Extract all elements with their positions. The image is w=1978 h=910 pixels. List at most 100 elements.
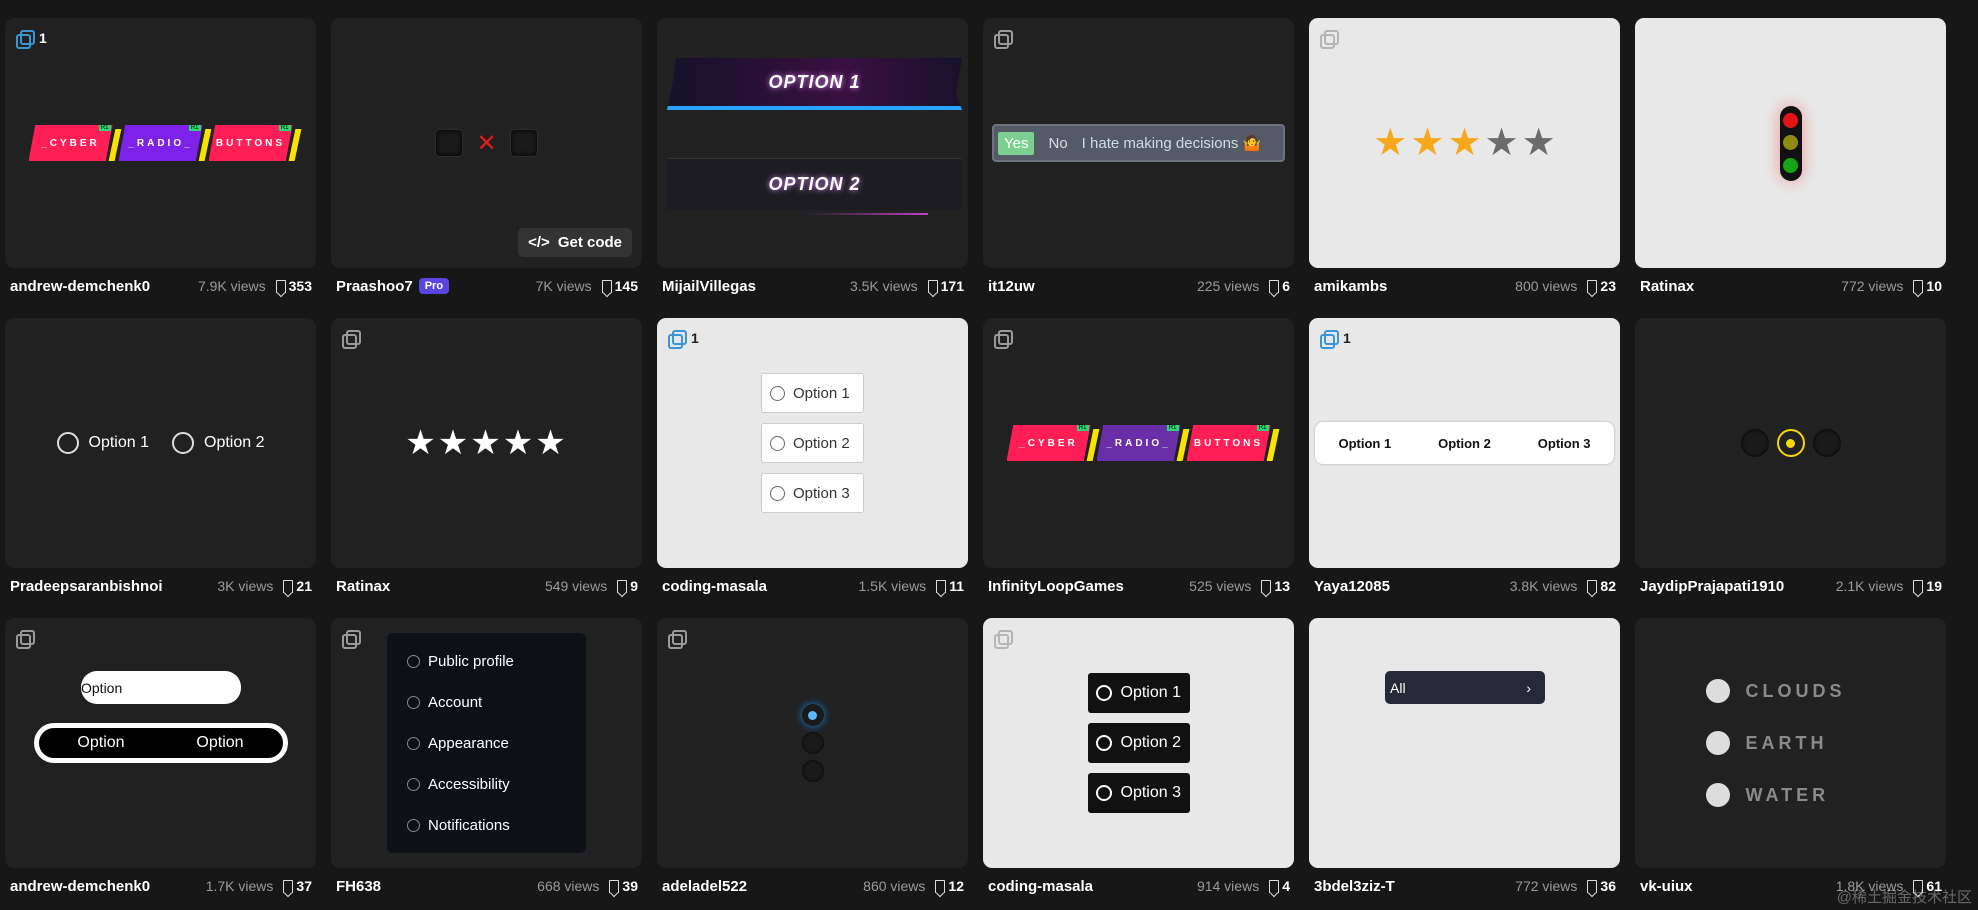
saves[interactable]: 353 — [275, 278, 312, 294]
saves[interactable]: 6 — [1269, 278, 1290, 294]
radio-option-water[interactable]: WATER — [1705, 783, 1846, 807]
radio-option[interactable]: Option 2 — [761, 423, 864, 463]
get-code-button[interactable]: </> Get code — [518, 228, 632, 257]
radio-dot[interactable] — [1812, 429, 1841, 457]
author-name[interactable]: MijailVillegas — [662, 278, 756, 295]
star-icon[interactable]: ★ — [1410, 124, 1444, 162]
author-name[interactable]: amikambs — [1314, 278, 1387, 295]
radio-dot[interactable] — [801, 732, 824, 754]
close-icon[interactable]: ✕ — [476, 129, 496, 158]
option-1-button[interactable]: OPTION 1 — [667, 58, 962, 110]
author-name[interactable]: andrew-demchenk0 — [10, 278, 150, 295]
author-name[interactable]: Yaya12085 — [1314, 578, 1390, 595]
author-name[interactable]: it12uw — [988, 278, 1035, 295]
card-preview[interactable]: Option 1 Option 2 Option 3 — [983, 618, 1294, 868]
no-option[interactable]: No — [1034, 135, 1081, 152]
star-icon[interactable]: ★ — [1485, 124, 1519, 162]
card-preview[interactable]: Yes No I hate making decisions 🤷 — [983, 18, 1294, 268]
green-light[interactable] — [1783, 157, 1798, 173]
radio-dot-selected[interactable] — [1776, 429, 1805, 457]
card-preview[interactable]: Option 1 Option 2 — [5, 318, 316, 568]
radio-option[interactable]: Option 1 — [56, 432, 149, 454]
saves[interactable]: 13 — [1261, 578, 1290, 594]
menu-item-accessibility[interactable]: Accessibility — [407, 766, 566, 802]
saves[interactable]: 23 — [1587, 278, 1616, 294]
saves[interactable]: 39 — [609, 878, 638, 894]
author-name[interactable]: Praashoo7 — [336, 278, 413, 295]
radio-option[interactable]: Option 1 — [761, 373, 864, 413]
card-preview[interactable] — [1635, 318, 1946, 568]
radio-option[interactable]: Option 1 — [1087, 673, 1190, 713]
saves[interactable]: 19 — [1913, 578, 1942, 594]
option-2-button[interactable]: OPTION 2 — [667, 158, 962, 210]
menu-item-account[interactable]: Account — [407, 684, 566, 720]
author-name[interactable]: coding-masala — [988, 878, 1093, 895]
saves[interactable]: 37 — [283, 878, 312, 894]
card-preview[interactable]: 1 Option 1 Option 2 Option 3 — [657, 318, 968, 568]
saves[interactable]: 12 — [935, 878, 964, 894]
card-preview[interactable]: 1 R1 _CYBER R1 _RADIO_ R1 BUTTONS — [5, 18, 316, 268]
saves[interactable]: 4 — [1269, 878, 1290, 894]
saves[interactable]: 36 — [1587, 878, 1616, 894]
star-rating[interactable]: ★★★★★ — [405, 423, 567, 463]
author-name[interactable]: Ratinax — [1640, 278, 1694, 295]
radio-square[interactable] — [510, 130, 537, 156]
pill-option[interactable]: Option — [81, 671, 241, 704]
radio-dot[interactable] — [1740, 429, 1769, 457]
saves[interactable]: 171 — [927, 278, 964, 294]
segment-option[interactable]: Option 2 — [1438, 436, 1491, 451]
author-name[interactable]: adeladel522 — [662, 878, 747, 895]
author-name[interactable]: Pradeepsaranbishnoi — [10, 578, 163, 595]
author-name[interactable]: 3bdel3ziz-T — [1314, 878, 1395, 895]
card-preview[interactable]: 1 Option 1 Option 2 Option 3 — [1309, 318, 1620, 568]
card-preview[interactable]: OPTION 1 OPTION 2 — [657, 18, 968, 268]
radio-option[interactable]: Option 2 — [1087, 723, 1190, 763]
saves[interactable]: 11 — [936, 578, 964, 594]
radio-dot-selected[interactable] — [801, 704, 824, 726]
radio-option-clouds[interactable]: CLOUDS — [1705, 679, 1846, 703]
saves[interactable]: 9 — [617, 578, 638, 594]
author-name[interactable]: InfinityLoopGames — [988, 578, 1124, 595]
author-name[interactable]: coding-masala — [662, 578, 767, 595]
select-dropdown[interactable]: All › — [1385, 671, 1545, 704]
segment-option[interactable]: Option 3 — [1538, 436, 1591, 451]
card-preview[interactable]: ★ ★ ★ ★ ★ — [1309, 18, 1620, 268]
radio-option[interactable]: Option 2 — [172, 432, 264, 454]
radio-option-earth[interactable]: EARTH — [1705, 731, 1846, 755]
star-icon[interactable]: ★ — [1522, 124, 1556, 162]
card-preview[interactable]: CLOUDS EARTH WATER — [1635, 618, 1946, 868]
card-preview[interactable]: Public profile Account Appearance Access… — [331, 618, 642, 868]
radio-option[interactable]: Option 3 — [1087, 773, 1190, 813]
menu-item-public-profile[interactable]: Public profile — [407, 643, 566, 679]
yes-option[interactable]: Yes — [998, 131, 1035, 155]
card-preview[interactable]: R1 _CYBER R1 _RADIO_ R1 BUTTONS — [983, 318, 1294, 568]
menu-item-appearance[interactable]: Appearance — [407, 725, 566, 761]
menu-item-notifications[interactable]: Notifications — [407, 807, 566, 843]
author-name[interactable]: Ratinax — [336, 578, 390, 595]
pill-option[interactable]: Option — [161, 734, 280, 752]
radio-dot[interactable] — [801, 760, 824, 782]
saves[interactable]: 82 — [1587, 578, 1616, 594]
card-preview[interactable]: ★★★★★ — [331, 318, 642, 568]
hate-decisions-option[interactable]: I hate making decisions 🤷 — [1082, 134, 1262, 152]
star-icon[interactable]: ★ — [1447, 124, 1481, 162]
radio-option[interactable]: Option 3 — [761, 473, 864, 513]
segment-option[interactable]: Option 1 — [1338, 436, 1391, 451]
red-light[interactable] — [1783, 113, 1798, 129]
card-preview[interactable] — [1635, 18, 1946, 268]
saves[interactable]: 21 — [283, 578, 312, 594]
saves[interactable]: 145 — [601, 278, 638, 294]
author-name[interactable]: andrew-demchenk0 — [10, 878, 150, 895]
pill-option[interactable]: Option — [42, 734, 161, 752]
author-name[interactable]: JaydipPrajapati1910 — [1640, 578, 1784, 595]
card-preview[interactable]: All › — [1309, 618, 1620, 868]
saves[interactable]: 10 — [1913, 278, 1942, 294]
star-icon[interactable]: ★ — [1373, 124, 1407, 162]
radio-square[interactable] — [436, 130, 463, 156]
card-preview[interactable]: ✕ </> Get code — [331, 18, 642, 268]
yellow-light[interactable] — [1783, 135, 1798, 151]
card-preview[interactable] — [657, 618, 968, 868]
card-preview[interactable]: Option Option Option — [5, 618, 316, 868]
author-name[interactable]: vk-uiux — [1640, 878, 1693, 895]
author-name[interactable]: FH638 — [336, 878, 381, 895]
